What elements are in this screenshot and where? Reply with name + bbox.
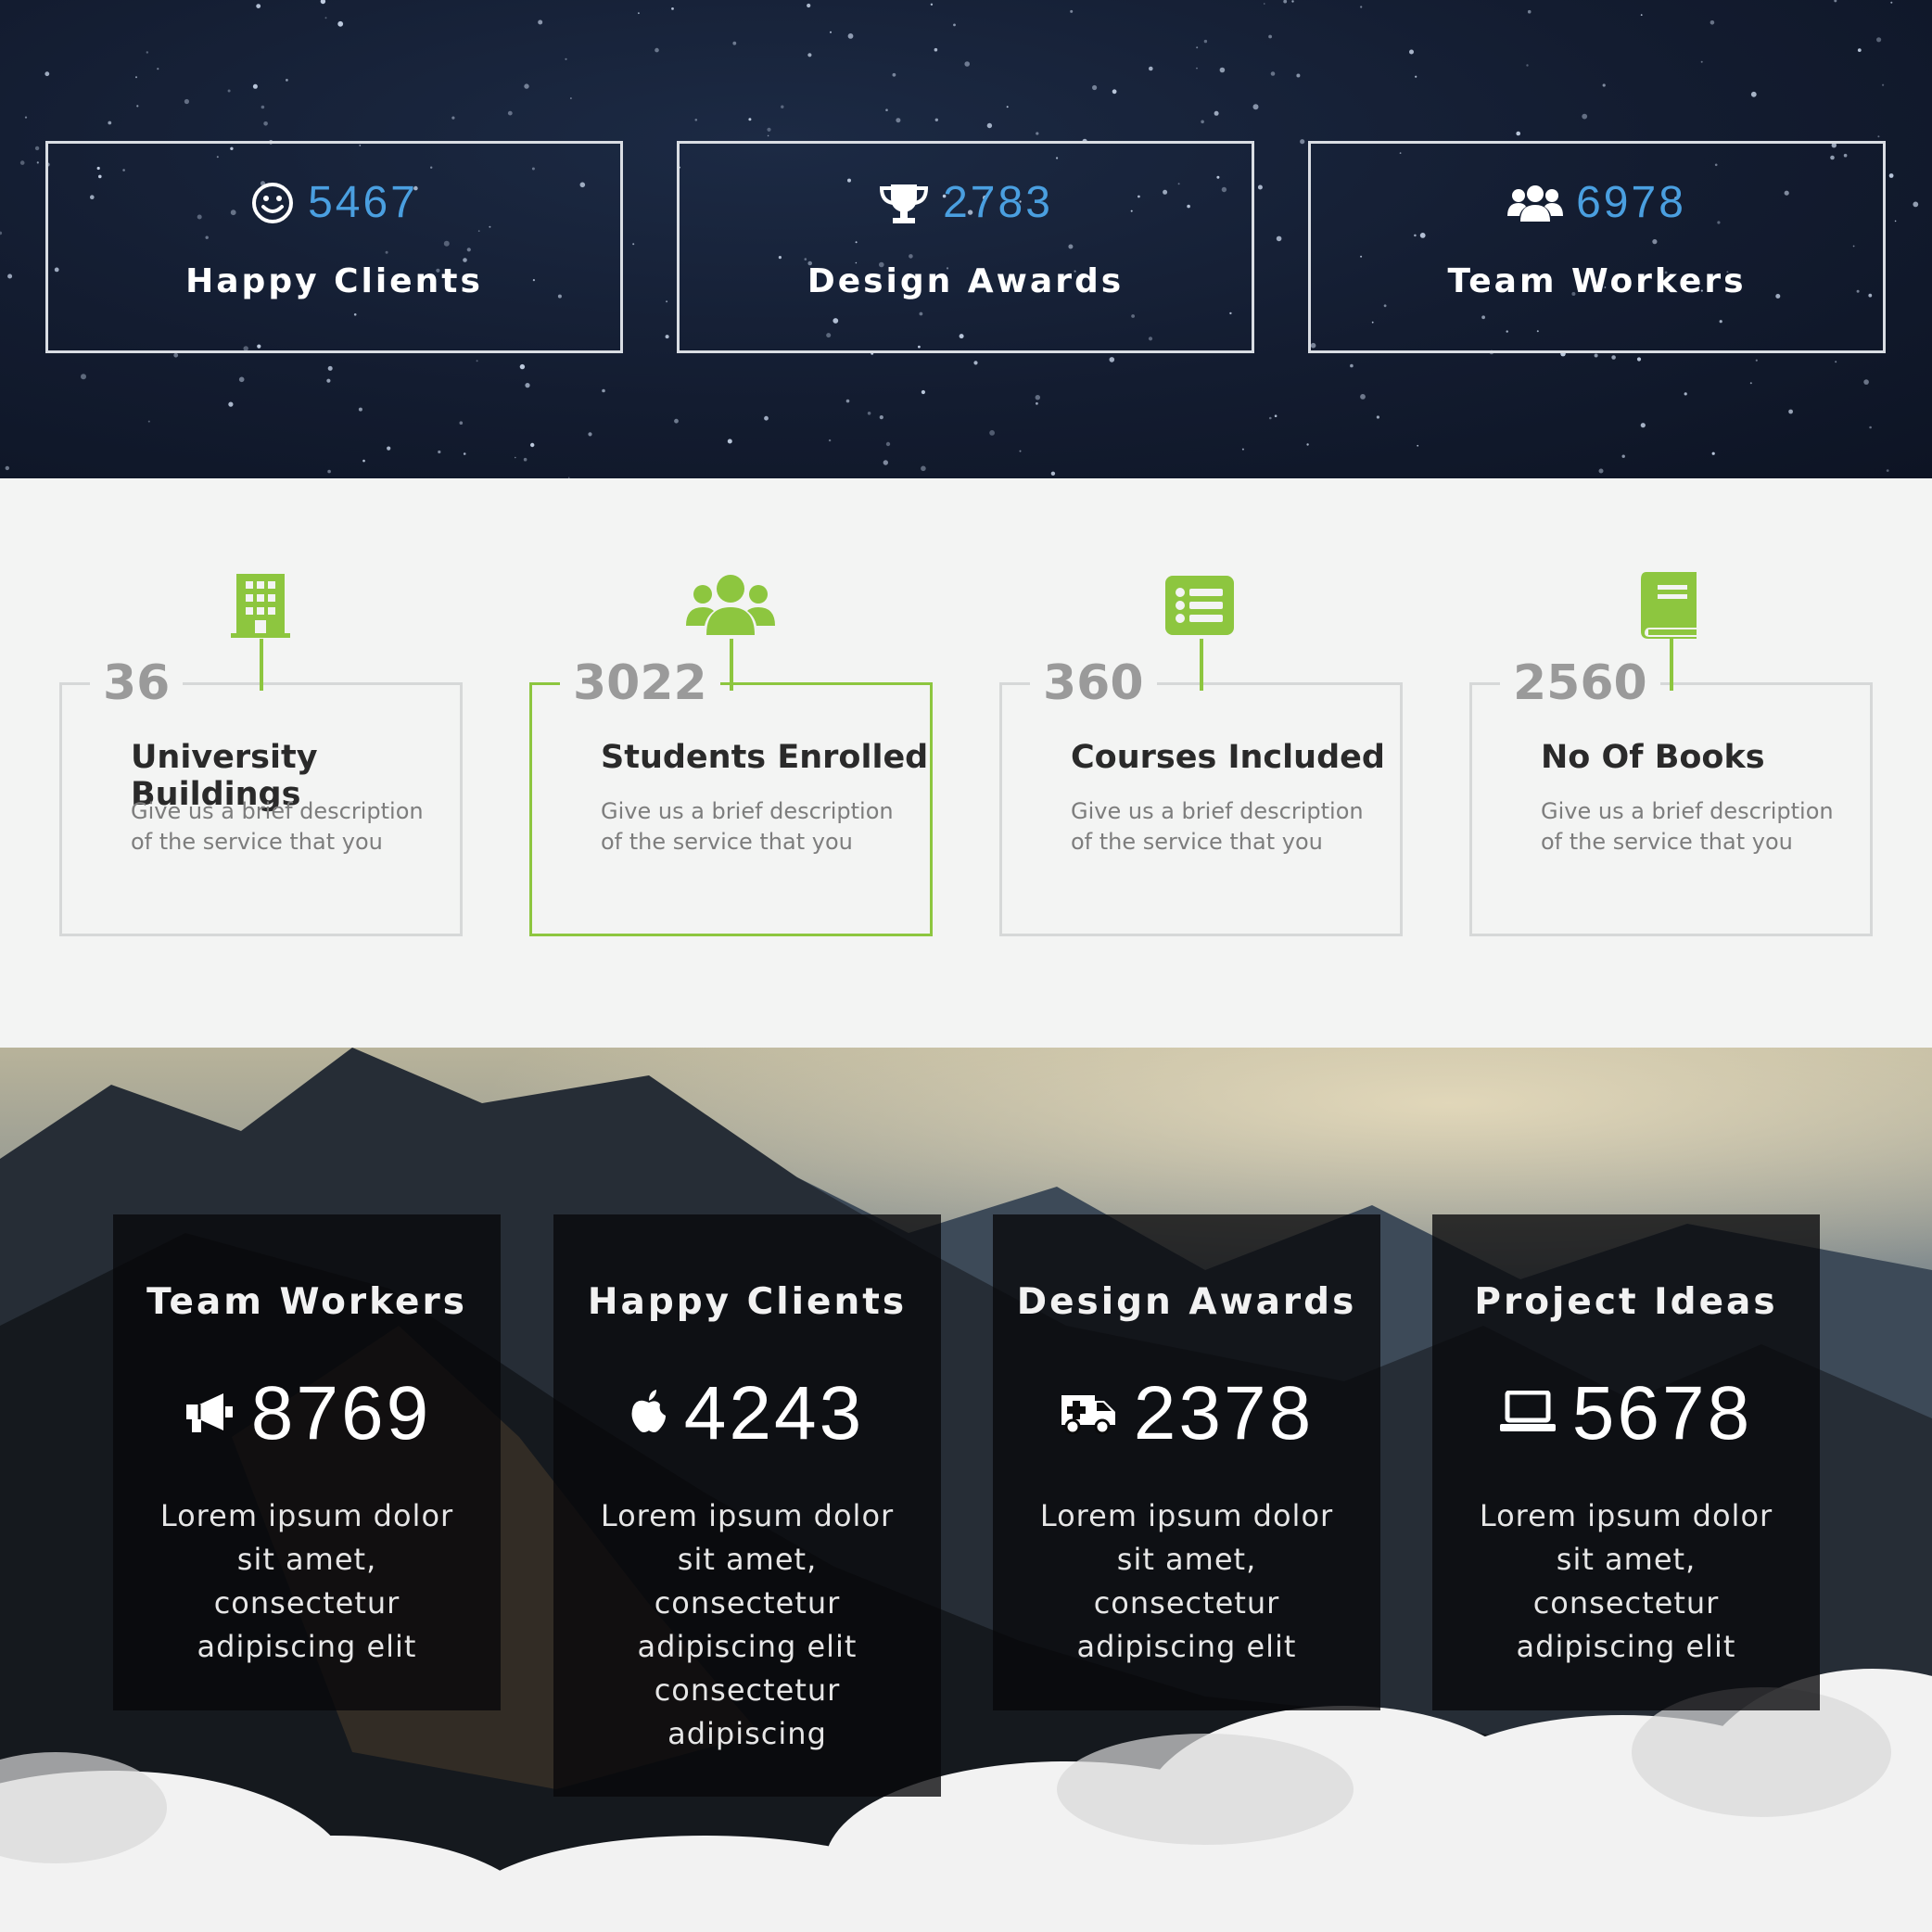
fact-description: Give us a brief description of the servi… xyxy=(1541,798,1834,855)
stat-label: Team Workers xyxy=(1447,262,1747,300)
ambulance-icon xyxy=(1060,1390,1117,1438)
stat-card-design-awards: 2783 Design Awards xyxy=(677,141,1254,353)
stat-count: 6978 xyxy=(1576,178,1686,227)
list-icon xyxy=(1153,564,1246,647)
fact-title: Students Enrolled xyxy=(601,739,929,776)
fact-card-university-buildings: 36 University Buildings Give us a brief … xyxy=(59,639,463,936)
book-icon xyxy=(1623,564,1716,647)
stat-text: Lorem ipsum dolor sit amet, consectetur … xyxy=(600,1498,895,1751)
fact-description: Give us a brief description of the servi… xyxy=(131,798,424,855)
fact-title: Courses Included xyxy=(1071,739,1385,776)
fact-card-no-of-books: 2560 No Of Books Give us a brief descrip… xyxy=(1469,639,1873,936)
facts-section: 36 University Buildings Give us a brief … xyxy=(0,478,1932,1048)
laptop-icon xyxy=(1499,1390,1556,1437)
stats-starry-section: 5467 Happy Clients 2783 Design Awards 69… xyxy=(0,0,1932,478)
stat-card-project-ideas-dark: Project Ideas 5678 Lorem ipsum dolor sit… xyxy=(1432,1214,1820,1710)
fact-number: 2560 xyxy=(1500,650,1660,717)
users-icon xyxy=(684,564,777,647)
apple-icon xyxy=(630,1390,667,1438)
stat-text: Lorem ipsum dolor sit amet, consectetur … xyxy=(159,1498,454,1664)
stat-text: Lorem ipsum dolor sit amet, consectetur … xyxy=(1039,1498,1334,1664)
stat-count: 5467 xyxy=(308,178,418,227)
stat-text: Lorem ipsum dolor sit amet, consectetur … xyxy=(1479,1498,1773,1664)
stat-title: Happy Clients xyxy=(587,1281,908,1323)
fact-title: No Of Books xyxy=(1541,739,1765,776)
stat-title: Team Workers xyxy=(146,1281,467,1323)
fact-description: Give us a brief description of the servi… xyxy=(601,798,894,855)
fact-number: 3022 xyxy=(560,650,720,717)
fact-description: Give us a brief description of the servi… xyxy=(1071,798,1364,855)
fact-number: 36 xyxy=(90,650,184,717)
stat-count: 2783 xyxy=(943,178,1053,227)
stat-card-team-workers: 6978 Team Workers xyxy=(1308,141,1886,353)
stat-count: 2378 xyxy=(1133,1371,1315,1455)
stat-card-happy-clients: 5467 Happy Clients xyxy=(45,141,623,353)
connector-line xyxy=(260,639,263,691)
stat-card-team-workers-dark: Team Workers 8769 Lorem ipsum dolor sit … xyxy=(113,1214,501,1710)
stat-card-design-awards-dark: Design Awards 2378 Lorem ipsum dolor sit… xyxy=(993,1214,1380,1710)
stat-count: 8769 xyxy=(250,1371,432,1455)
stat-title: Design Awards xyxy=(1016,1281,1357,1323)
stat-count: 4243 xyxy=(683,1371,865,1455)
connector-line xyxy=(1200,639,1203,691)
mountain-stats-section: Team Workers 8769 Lorem ipsum dolor sit … xyxy=(0,1048,1932,1932)
trophy-icon xyxy=(878,181,930,225)
connector-line xyxy=(730,639,733,691)
fact-card-students-enrolled: 3022 Students Enrolled Give us a brief d… xyxy=(529,639,933,936)
fact-card-courses-included: 360 Courses Included Give us a brief des… xyxy=(999,639,1403,936)
stat-title: Project Ideas xyxy=(1474,1281,1778,1323)
fact-number: 360 xyxy=(1030,650,1157,717)
users-icon xyxy=(1507,183,1564,223)
bullhorn-icon xyxy=(183,1390,235,1438)
stat-count: 5678 xyxy=(1571,1371,1753,1455)
building-icon xyxy=(214,564,307,647)
connector-line xyxy=(1670,639,1673,691)
stat-label: Design Awards xyxy=(807,262,1125,300)
stat-label: Happy Clients xyxy=(185,262,483,300)
stat-card-happy-clients-dark: Happy Clients 4243 Lorem ipsum dolor sit… xyxy=(553,1214,941,1797)
smiley-icon xyxy=(250,181,295,225)
